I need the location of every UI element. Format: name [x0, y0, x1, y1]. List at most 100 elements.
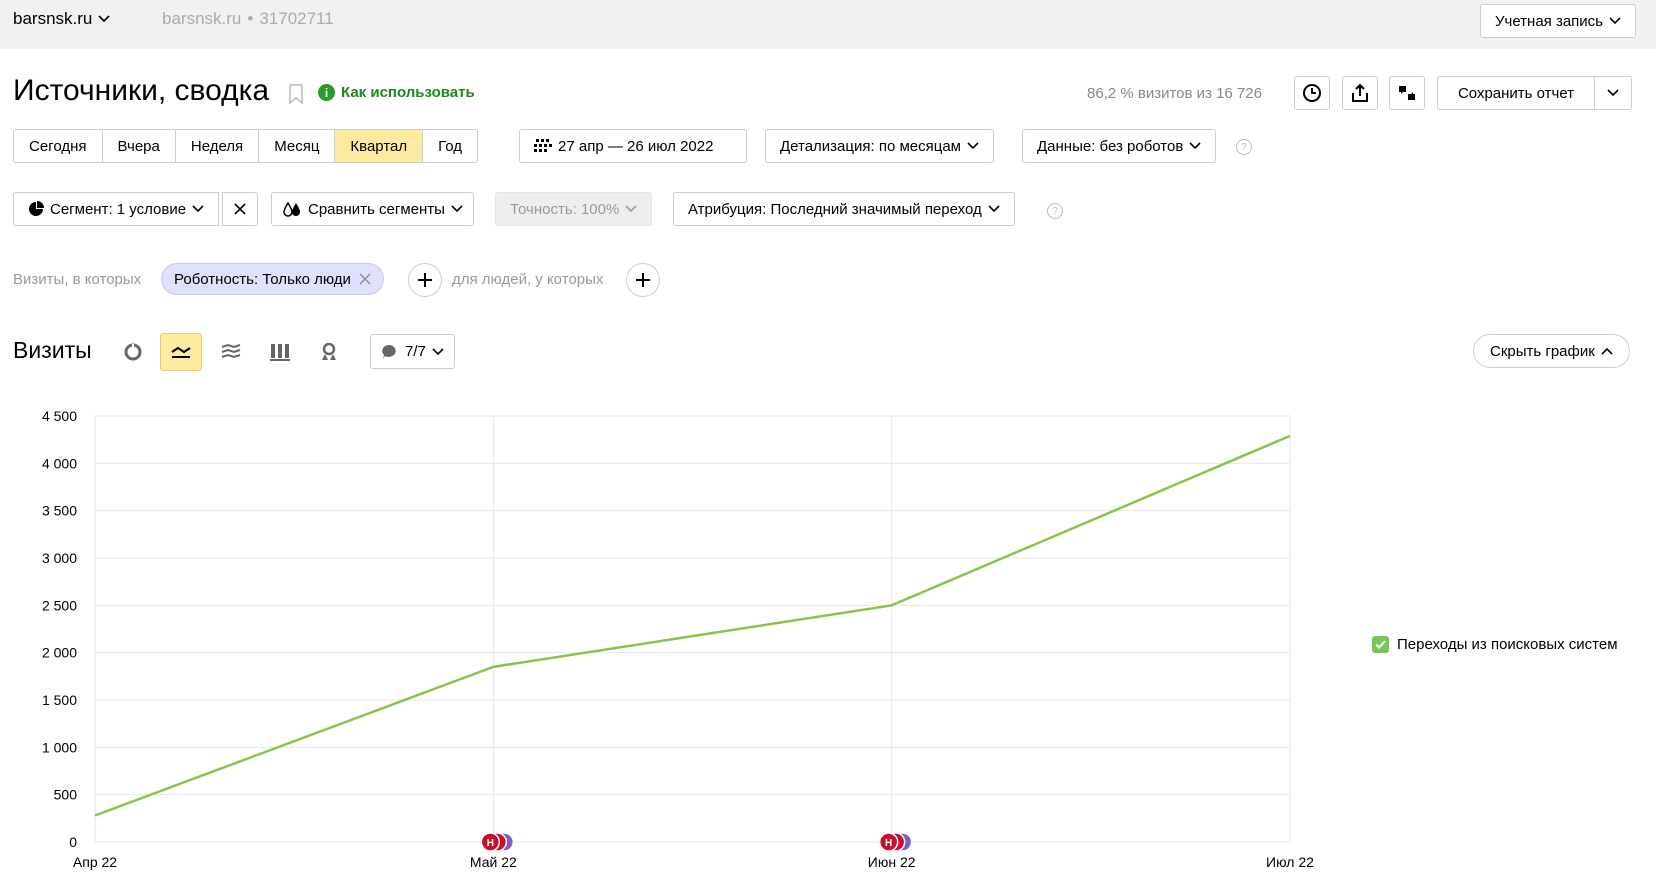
chevron-down-icon [625, 205, 637, 213]
top-bar: barsnsk.ru barsnsk.ru • 31702711 Учетная… [0, 0, 1656, 49]
chevron-down-icon [988, 205, 1000, 213]
plus-icon [636, 273, 650, 287]
accuracy-dropdown[interactable]: Точность: 100% [495, 192, 653, 226]
robot-filter-chip[interactable]: Роботность: Только люди [161, 263, 384, 295]
history-button[interactable] [1294, 76, 1330, 110]
y-tick-label: 3 500 [42, 503, 77, 519]
period-month[interactable]: Месяц [259, 130, 336, 162]
date-range-label: 27 апр — 26 июл 2022 [558, 137, 714, 155]
period-year[interactable]: Год [423, 130, 478, 162]
area-chart-icon [221, 343, 241, 359]
close-icon [234, 203, 246, 215]
chevron-down-icon [432, 347, 444, 355]
y-tick-label: 1 500 [42, 692, 77, 708]
export-button[interactable] [1342, 76, 1378, 110]
y-tick-label: 4 000 [42, 455, 77, 471]
notes-dropdown[interactable]: 7/7 [370, 334, 455, 369]
counter-info: barsnsk.ru • 31702711 [162, 9, 334, 29]
plus-icon [418, 273, 432, 287]
note-marker-label: Н [487, 838, 494, 849]
notes-count: 7/7 [405, 343, 426, 360]
drops-icon [283, 201, 300, 217]
segment-dropdown[interactable]: Сегмент: 1 условие [13, 192, 220, 226]
page-title: Источники, сводка [13, 74, 270, 107]
segment-label: Сегмент: 1 условие [50, 200, 187, 218]
chevron-down-icon [967, 142, 979, 150]
visits-filter-label: Визиты, в которых [13, 271, 142, 288]
feedback-button[interactable] [1389, 76, 1425, 110]
visits-percentage: 86,2 % визитов из 16 726 [1087, 85, 1262, 102]
visits-line-chart: 0 500 1 000 1 500 2 000 2 500 3 000 3 500 4 000 4… [42, 408, 1314, 870]
people-filter-label: для людей, у которых [452, 271, 604, 288]
chevron-down-icon [192, 205, 204, 213]
bar-chart-icon [270, 344, 290, 361]
chevron-down-icon [1609, 17, 1621, 25]
bookmark-icon[interactable] [289, 84, 303, 104]
y-tick-label: 2 500 [42, 597, 77, 613]
counter-site: barsnsk.ru [162, 9, 242, 28]
checkbox-icon[interactable] [1372, 636, 1389, 653]
site-name: barsnsk.ru [13, 9, 93, 28]
detail-dropdown[interactable]: Детализация: по месяцам [765, 129, 994, 163]
plot-frame [94, 415, 1291, 843]
chart-title: Визиты [13, 337, 92, 363]
comment-icon [382, 344, 396, 359]
account-label: Учетная запись [1494, 12, 1603, 30]
calendar-icon [534, 139, 552, 152]
how-to-use-label: Как использовать [341, 84, 475, 101]
thumbs-icon [1399, 86, 1415, 100]
attribution-label: Атрибуция: Последний значимый переход [688, 200, 982, 218]
line-chart-icon [171, 346, 191, 358]
clock-icon [1303, 84, 1321, 102]
counter-id: 31702711 [259, 9, 334, 28]
site-selector[interactable]: barsnsk.ru [13, 9, 110, 29]
add-visit-condition-button[interactable] [408, 263, 442, 297]
y-tick-label: 0 [69, 834, 77, 850]
save-report-button[interactable]: Сохранить отчет [1437, 76, 1595, 110]
hide-chart-label: Скрыть график [1490, 342, 1595, 360]
period-week[interactable]: Неделя [175, 130, 260, 162]
chart-legend[interactable]: Переходы из поисковых систем [1372, 636, 1618, 653]
period-quarter[interactable]: Квартал [335, 130, 424, 162]
x-tick-label: Май 22 [470, 854, 517, 870]
save-report-dropdown[interactable] [1594, 76, 1632, 110]
y-tick-label: 2 000 [42, 645, 77, 661]
chevron-up-icon [1601, 347, 1613, 355]
help-icon[interactable]: ? [1236, 139, 1252, 155]
y-tick-label: 500 [54, 787, 78, 803]
counter-separator: • [247, 9, 254, 28]
close-icon[interactable] [359, 273, 371, 285]
help-icon[interactable]: ? [1047, 203, 1063, 219]
chevron-down-icon [98, 15, 110, 23]
data-filter-label: Данные: без роботов [1037, 137, 1184, 155]
clear-segment-button[interactable] [222, 192, 258, 226]
pie-view-button[interactable] [112, 333, 154, 371]
y-tick-label: 1 000 [42, 739, 77, 755]
period-today[interactable]: Сегодня [14, 130, 103, 162]
chevron-down-icon [1189, 142, 1201, 150]
map-pin-icon [322, 342, 336, 360]
data-filter-dropdown[interactable]: Данные: без роботов [1022, 129, 1217, 163]
attribution-dropdown[interactable]: Атрибуция: Последний значимый переход [673, 192, 1015, 226]
area-view-button[interactable] [210, 333, 252, 371]
robot-filter-label: Роботность: Только люди [174, 270, 351, 288]
share-icon [1352, 83, 1368, 102]
x-tick-label: Апр 22 [73, 854, 117, 870]
map-view-button[interactable] [308, 333, 350, 371]
line-view-button[interactable] [160, 333, 202, 371]
hide-chart-button[interactable]: Скрыть график [1473, 334, 1630, 368]
bar-view-button[interactable] [259, 333, 301, 371]
y-tick-label: 3 000 [42, 550, 77, 566]
legend-label: Переходы из поисковых систем [1397, 636, 1618, 653]
account-button[interactable]: Учетная запись [1479, 4, 1636, 38]
add-people-condition-button[interactable] [626, 263, 660, 297]
compare-segments-dropdown[interactable]: Сравнить сегменты [271, 192, 474, 226]
y-tick-label: 4 500 [42, 408, 77, 424]
compare-segments-label: Сравнить сегменты [308, 200, 445, 218]
date-range-button[interactable]: 27 апр — 26 июл 2022 [519, 129, 747, 163]
pie-chart-icon [124, 343, 142, 361]
period-yesterday[interactable]: Вчера [102, 130, 176, 162]
detail-label: Детализация: по месяцам [780, 137, 961, 155]
how-to-use-link[interactable]: i Как использовать [318, 84, 475, 101]
chevron-down-icon [1607, 89, 1619, 97]
